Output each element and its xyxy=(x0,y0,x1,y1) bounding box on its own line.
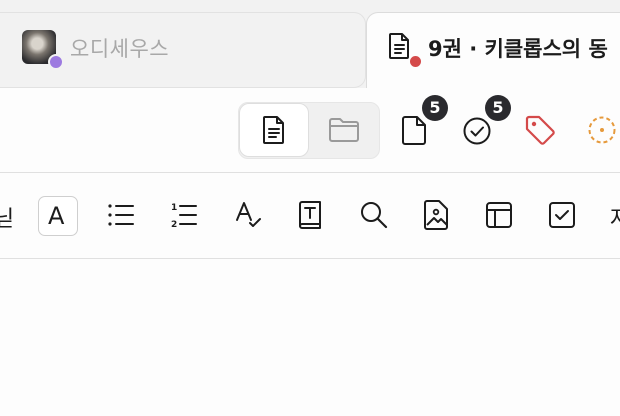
bullet-list-icon[interactable] xyxy=(107,202,135,228)
format-item-clipped[interactable]: 닏 xyxy=(0,201,14,233)
spellcheck-icon[interactable] xyxy=(234,200,264,230)
image-icon[interactable] xyxy=(422,200,450,230)
format-item-clipped[interactable]: 자 xyxy=(610,201,620,233)
check-circle-icon[interactable] xyxy=(462,116,492,146)
tasks-count-badge: 5 xyxy=(485,95,511,121)
tab-title: 오디세우스 xyxy=(70,37,170,61)
page-icon[interactable] xyxy=(400,116,428,146)
status-dot xyxy=(48,54,64,70)
table-icon[interactable] xyxy=(485,201,513,229)
svg-text:2: 2 xyxy=(171,220,177,229)
folder-icon[interactable] xyxy=(328,117,360,143)
document-icon xyxy=(389,33,409,59)
pages-count-badge: 5 xyxy=(422,95,448,121)
status-circle-icon[interactable] xyxy=(586,114,618,146)
text-style-icon: A xyxy=(48,202,65,230)
editor-area[interactable] xyxy=(0,259,620,416)
checkbox-icon[interactable] xyxy=(548,201,576,229)
tab-title: 9권 · 키클롭스의 동 xyxy=(428,37,608,61)
tag-icon[interactable] xyxy=(523,113,557,147)
status-dot xyxy=(408,54,423,69)
dictionary-icon[interactable] xyxy=(297,200,323,230)
document-icon xyxy=(263,116,284,144)
svg-text:1: 1 xyxy=(171,203,177,213)
divider xyxy=(0,172,620,173)
search-icon[interactable] xyxy=(359,200,389,230)
numbered-list-icon[interactable]: 1 2 xyxy=(170,201,198,229)
